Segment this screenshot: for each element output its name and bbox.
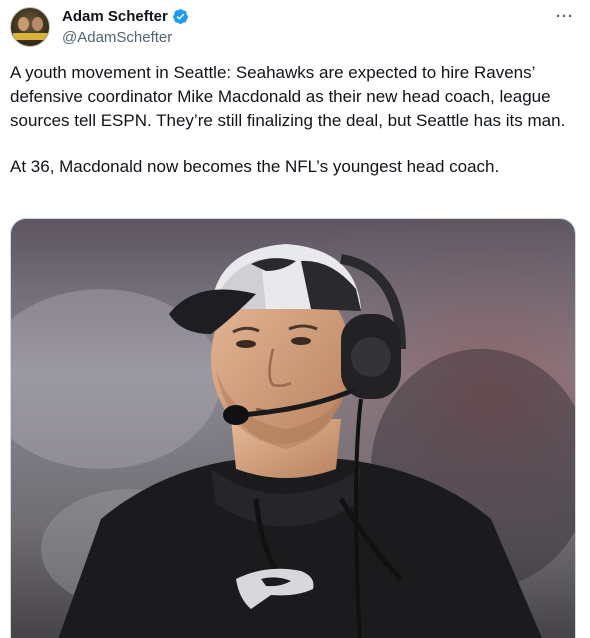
author-name-row: Adam Schefter <box>62 8 189 25</box>
avatar-face-left <box>18 17 29 31</box>
avatar-face-right <box>32 17 43 31</box>
author-display-name[interactable]: Adam Schefter <box>62 8 168 25</box>
tweet-media-photo[interactable] <box>10 218 576 638</box>
more-options-icon[interactable]: ··· <box>556 8 574 25</box>
author-avatar[interactable] <box>10 7 50 47</box>
verified-badge-icon <box>172 8 189 25</box>
avatar-banner <box>13 33 49 40</box>
coach-photo <box>11 219 575 638</box>
author-handle[interactable]: @AdamSchefter <box>62 29 172 46</box>
tweet-body: A youth movement in Seattle: Seahawks ar… <box>10 61 576 201</box>
tweet-paragraph-2: At 36, Macdonald now becomes the NFL’s y… <box>10 157 500 176</box>
tweet-paragraph-1: A youth movement in Seattle: Seahawks ar… <box>10 63 566 130</box>
